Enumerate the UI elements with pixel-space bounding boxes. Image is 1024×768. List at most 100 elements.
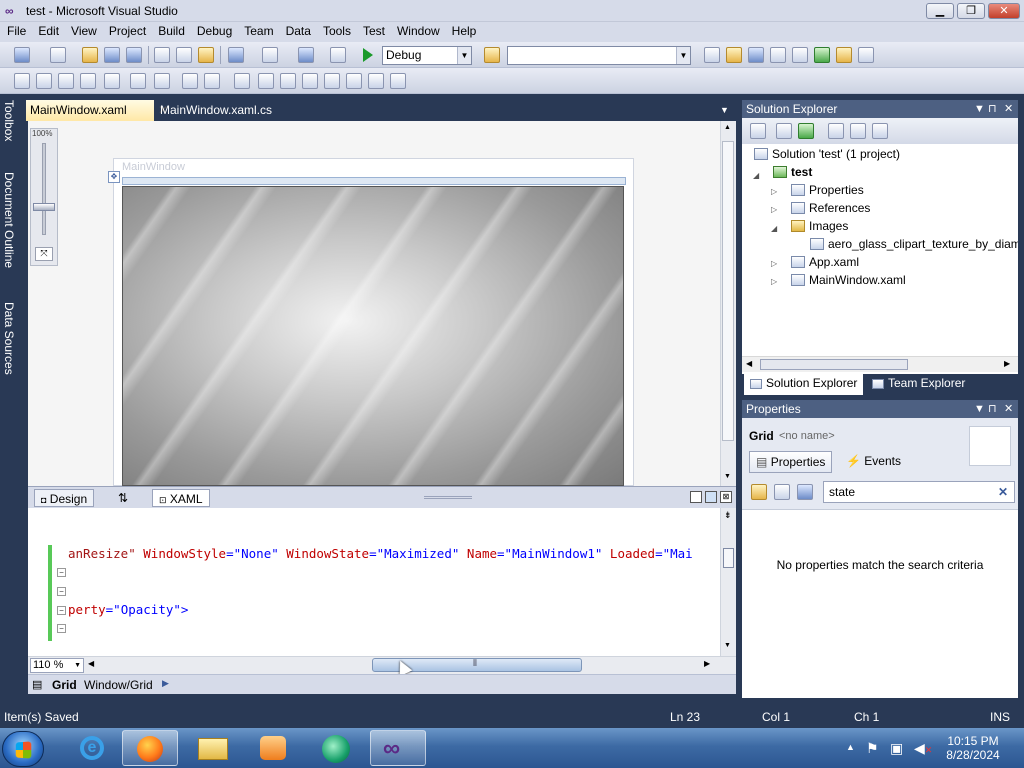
clear-search-icon[interactable]: ✕: [998, 482, 1008, 502]
cut-icon[interactable]: [154, 47, 170, 63]
uncomment-icon[interactable]: [204, 73, 220, 89]
navigate-backward-icon[interactable]: [298, 47, 314, 63]
media-player-icon[interactable]: [246, 730, 302, 766]
property-search-input[interactable]: state ✕: [823, 481, 1015, 503]
menu-edit[interactable]: Edit: [31, 22, 64, 38]
editor-zoom-select[interactable]: 110 % ▼: [30, 658, 84, 673]
open-file-icon[interactable]: [82, 47, 98, 63]
solution-configuration-select[interactable]: Debug ▼: [382, 46, 472, 65]
tab-mainwindow-xaml[interactable]: MainWindow.xaml ✕: [26, 100, 168, 121]
command-window-icon[interactable]: [858, 47, 874, 63]
tree-item-image-file[interactable]: aero_glass_clipart_texture_by_diamo: [810, 237, 1018, 251]
visual-studio-taskbar-icon[interactable]: ∞: [370, 730, 426, 766]
save-icon[interactable]: [104, 47, 120, 63]
menu-data[interactable]: Data: [279, 22, 316, 38]
start-debugging-icon[interactable]: [363, 48, 373, 62]
show-hidden-icons[interactable]: ▲: [846, 742, 855, 752]
swap-panes-button[interactable]: ⇅: [112, 489, 134, 507]
menu-test[interactable]: Test: [356, 22, 390, 38]
maximize-button[interactable]: ❐: [957, 3, 985, 19]
collapse-region-icon[interactable]: −: [57, 568, 66, 577]
align-right-icon[interactable]: [58, 73, 74, 89]
properties-icon[interactable]: [750, 123, 766, 139]
bookmark-icon[interactable]: [234, 73, 250, 89]
solution-explorer-horizontal-scrollbar[interactable]: ◀ ▶: [742, 356, 1018, 372]
next-bookmark-folder-icon[interactable]: [324, 73, 340, 89]
properties-window-icon[interactable]: [726, 47, 742, 63]
solution-scroll-thumb[interactable]: [760, 359, 908, 370]
expand-toggle-icon[interactable]: ▷: [771, 187, 777, 196]
save-all-icon[interactable]: [126, 47, 142, 63]
tree-item-project[interactable]: test: [773, 165, 812, 179]
data-sources-tab[interactable]: Data Sources: [2, 302, 16, 375]
vertical-split-icon[interactable]: [690, 491, 702, 503]
xaml-code-editor[interactable]: anResize" WindowStyle="None" WindowState…: [28, 508, 720, 656]
file-explorer-icon[interactable]: [186, 730, 242, 766]
view-designer-icon[interactable]: [850, 123, 866, 139]
text-size-icon[interactable]: [80, 73, 96, 89]
element-name[interactable]: <no name>: [779, 430, 835, 442]
undo-icon[interactable]: [228, 47, 244, 63]
add-item-icon[interactable]: [50, 47, 66, 63]
designer-vertical-scrollbar[interactable]: ▲ ▼: [720, 121, 736, 486]
object-browser-icon[interactable]: [748, 47, 764, 63]
menu-tools[interactable]: Tools: [316, 22, 356, 38]
tab-team-explorer[interactable]: Team Explorer: [866, 374, 971, 395]
toolbox-icon[interactable]: [770, 47, 786, 63]
comment-icon[interactable]: [182, 73, 198, 89]
refresh-icon[interactable]: [798, 123, 814, 139]
close-pane-icon[interactable]: ✕: [1004, 100, 1013, 118]
collapse-region-icon[interactable]: −: [57, 624, 66, 633]
outdent-icon[interactable]: [154, 73, 170, 89]
expand-toggle-icon[interactable]: ◢: [753, 171, 759, 180]
collapse-region-icon[interactable]: −: [57, 606, 66, 615]
align-left-icon[interactable]: [14, 73, 30, 89]
grid-move-handle-icon[interactable]: ✥: [108, 171, 120, 183]
paste-icon[interactable]: [198, 47, 214, 63]
pane-menu-icon[interactable]: ▼: [974, 100, 985, 118]
zoom-thumb[interactable]: [33, 203, 55, 211]
menu-view[interactable]: View: [64, 22, 102, 38]
find-combo[interactable]: ▼: [507, 46, 691, 65]
tree-item-app-xaml[interactable]: App.xaml: [791, 255, 859, 269]
align-center-icon[interactable]: [36, 73, 52, 89]
xaml-view-tab[interactable]: ⊡ XAML: [152, 489, 210, 507]
pin-icon[interactable]: ⊓: [988, 100, 997, 118]
expand-toggle-icon[interactable]: ▷: [771, 277, 777, 286]
editor-vertical-scrollbar[interactable]: ⇟ ▼: [720, 508, 736, 656]
tab-solution-explorer[interactable]: Solution Explorer: [744, 374, 864, 395]
find-next-icon[interactable]: [390, 73, 406, 89]
solution-explorer-icon[interactable]: [704, 47, 720, 63]
pane-menu-icon[interactable]: ▼: [974, 400, 985, 418]
indent-icon[interactable]: [104, 73, 120, 89]
extension-manager-icon[interactable]: [814, 47, 830, 63]
minimize-button[interactable]: ▁: [926, 3, 954, 19]
tools-icon[interactable]: [792, 47, 808, 63]
zoom-slider[interactable]: 100% ⤧: [30, 128, 58, 266]
tree-item-images[interactable]: Images: [791, 219, 848, 233]
view-class-diagram-icon[interactable]: [872, 123, 888, 139]
show-all-files-icon[interactable]: [776, 123, 792, 139]
tree-item-properties[interactable]: Properties: [791, 183, 864, 197]
redo-icon[interactable]: [262, 47, 278, 63]
tree-item-mainwindow-xaml[interactable]: MainWindow.xaml: [791, 273, 906, 287]
tab-properties[interactable]: ▤ Properties: [749, 451, 833, 473]
path-expand-icon[interactable]: ▶: [162, 678, 169, 689]
expand-toggle-icon[interactable]: ◢: [771, 224, 777, 233]
menu-build[interactable]: Build: [151, 22, 190, 38]
scroll-left-icon[interactable]: ◀: [88, 659, 94, 668]
menu-team[interactable]: Team: [237, 22, 278, 38]
volume-muted-icon[interactable]: ◀✕: [914, 740, 932, 757]
categorized-icon[interactable]: [751, 484, 767, 500]
fit-to-window-icon[interactable]: ⤧: [35, 247, 53, 261]
format-icon[interactable]: [130, 73, 146, 89]
menu-debug[interactable]: Debug: [190, 22, 237, 38]
expand-toggle-icon[interactable]: ▷: [771, 259, 777, 268]
prev-bookmark-icon[interactable]: [258, 73, 274, 89]
tab-list-icon[interactable]: ▼: [716, 100, 733, 121]
clear-bookmarks-icon[interactable]: [346, 73, 362, 89]
scroll-right-icon[interactable]: ▶: [704, 659, 710, 668]
element-path[interactable]: Window/Grid: [84, 678, 153, 692]
navigate-forward-icon[interactable]: [330, 47, 346, 63]
design-view-tab[interactable]: ◘ Design: [34, 489, 95, 507]
